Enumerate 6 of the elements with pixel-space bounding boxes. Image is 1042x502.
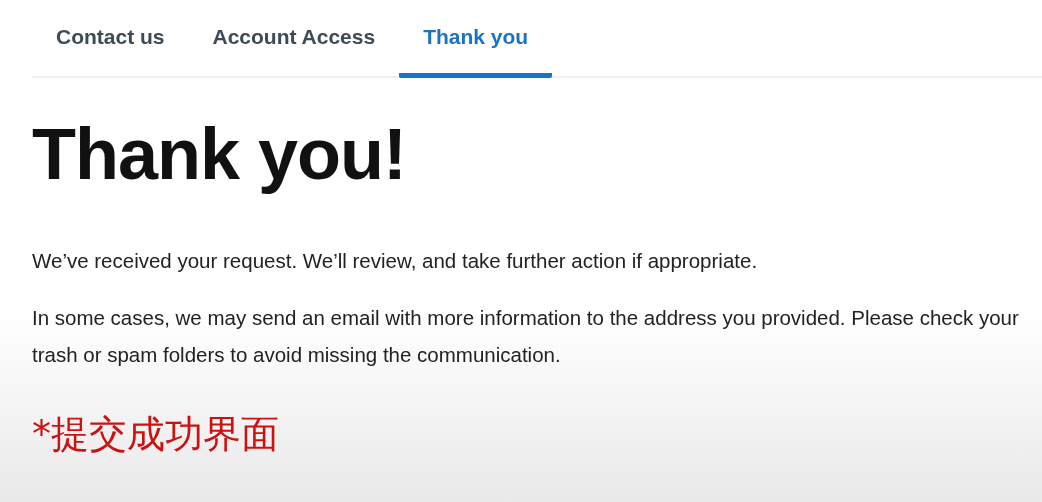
tab[interactable]: Contact us	[32, 0, 189, 78]
message-text: We’ve received your request. We’ll review, and take further action if appropriate.	[32, 248, 759, 274]
tab[interactable]: Thank you	[399, 0, 553, 78]
message-text: In some cases, we may send an email with more information to the address you provided. Please check your trash or spam folders to avoid missing the communication.	[32, 305, 1020, 368]
tab[interactable]: Account Access	[188, 0, 400, 78]
annotation-caption: *提交成功界面	[32, 415, 280, 453]
